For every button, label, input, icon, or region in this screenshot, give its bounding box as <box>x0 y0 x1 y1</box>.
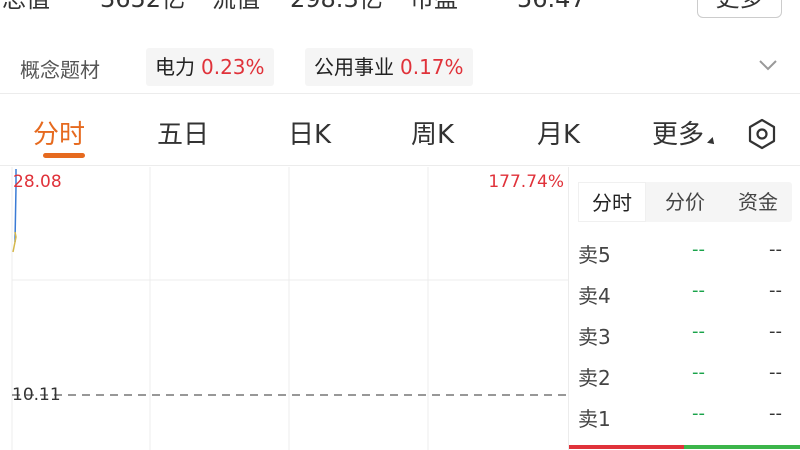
tab-daily-k[interactable]: 日K <box>288 114 331 151</box>
chart-grid <box>11 167 568 450</box>
tab-more[interactable]: 更多 <box>652 114 717 151</box>
chart-tabs: 分时 五日 日K 周K 月K 更多 <box>0 96 800 166</box>
chip-pct: 0.17% <box>400 55 464 79</box>
order-price: -- <box>692 280 705 301</box>
chip-pct: 0.23% <box>201 55 265 79</box>
sell-ratio-bar <box>569 445 684 449</box>
order-price: -- <box>692 403 705 424</box>
order-label: 卖3 <box>578 325 611 349</box>
order-volume: -- <box>769 280 782 301</box>
float-cap-value: 298.3亿 <box>290 0 383 18</box>
panel-tab-intraday[interactable]: 分时 <box>578 182 646 222</box>
pe-value: 56.47 <box>517 0 586 18</box>
order-volume: -- <box>769 321 782 342</box>
order-row-sell1: 卖1 -- -- <box>569 395 800 435</box>
float-cap-label: 流值 <box>212 0 260 18</box>
tab-more-label: 更多 <box>652 120 705 150</box>
tab-intraday[interactable]: 分时 <box>33 114 85 151</box>
price-ref-label: 10.11 <box>12 385 61 405</box>
panel-tab-price[interactable]: 分价 <box>651 182 719 222</box>
total-cap-value: 3652亿 <box>100 0 185 18</box>
order-label: 卖2 <box>578 366 611 390</box>
settings-hexagon-icon[interactable] <box>746 118 778 150</box>
order-label: 卖5 <box>578 243 611 267</box>
order-price: -- <box>692 362 705 383</box>
total-cap-label: 总值 <box>2 0 50 18</box>
order-label: 卖4 <box>578 284 611 308</box>
order-volume: -- <box>769 239 782 260</box>
tab-monthly-k[interactable]: 月K <box>537 114 580 151</box>
order-row-sell5: 卖5 -- -- <box>569 231 800 271</box>
intraday-chart[interactable]: 28.08 177.74% 10.11 <box>0 167 568 450</box>
order-row-sell4: 卖4 -- -- <box>569 272 800 312</box>
chip-name: 公用事业 <box>314 55 394 79</box>
tab-weekly-k[interactable]: 周K <box>411 114 454 151</box>
concept-label: 概念题材 <box>20 58 100 82</box>
order-price: -- <box>692 239 705 260</box>
order-row-sell3: 卖3 -- -- <box>569 313 800 353</box>
price-high-label: 28.08 <box>13 172 62 192</box>
order-row-sell2: 卖2 -- -- <box>569 354 800 394</box>
chevron-down-icon[interactable] <box>757 54 779 76</box>
concept-row: 概念题材 电力 0.23% 公用事业 0.17% <box>0 40 800 94</box>
order-price: -- <box>692 321 705 342</box>
concept-chip-power[interactable]: 电力 0.23% <box>146 48 274 86</box>
tab-five-day[interactable]: 五日 <box>157 114 209 151</box>
caret-down-icon <box>707 137 717 147</box>
order-label: 卖1 <box>578 407 611 431</box>
panel-tabs: 分时 分价 资金 <box>578 182 792 222</box>
buy-ratio-bar <box>684 445 800 449</box>
order-volume: -- <box>769 362 782 383</box>
order-book-panel: 分时 分价 资金 卖5 -- -- 卖4 -- -- 卖3 -- -- 卖2 -… <box>568 167 800 450</box>
active-tab-indicator <box>43 153 85 158</box>
concept-chip-utilities[interactable]: 公用事业 0.17% <box>305 48 473 86</box>
chip-name: 电力 <box>155 55 195 79</box>
pct-high-label: 177.74% <box>488 172 564 192</box>
pe-label: 市盈 <box>410 0 458 18</box>
order-volume: -- <box>769 403 782 424</box>
more-button[interactable]: 更多 <box>697 0 782 18</box>
panel-tab-funds[interactable]: 资金 <box>724 182 792 222</box>
stats-strip: 总值 3652亿 流值 298.3亿 市盈 56.47 <box>0 0 800 18</box>
